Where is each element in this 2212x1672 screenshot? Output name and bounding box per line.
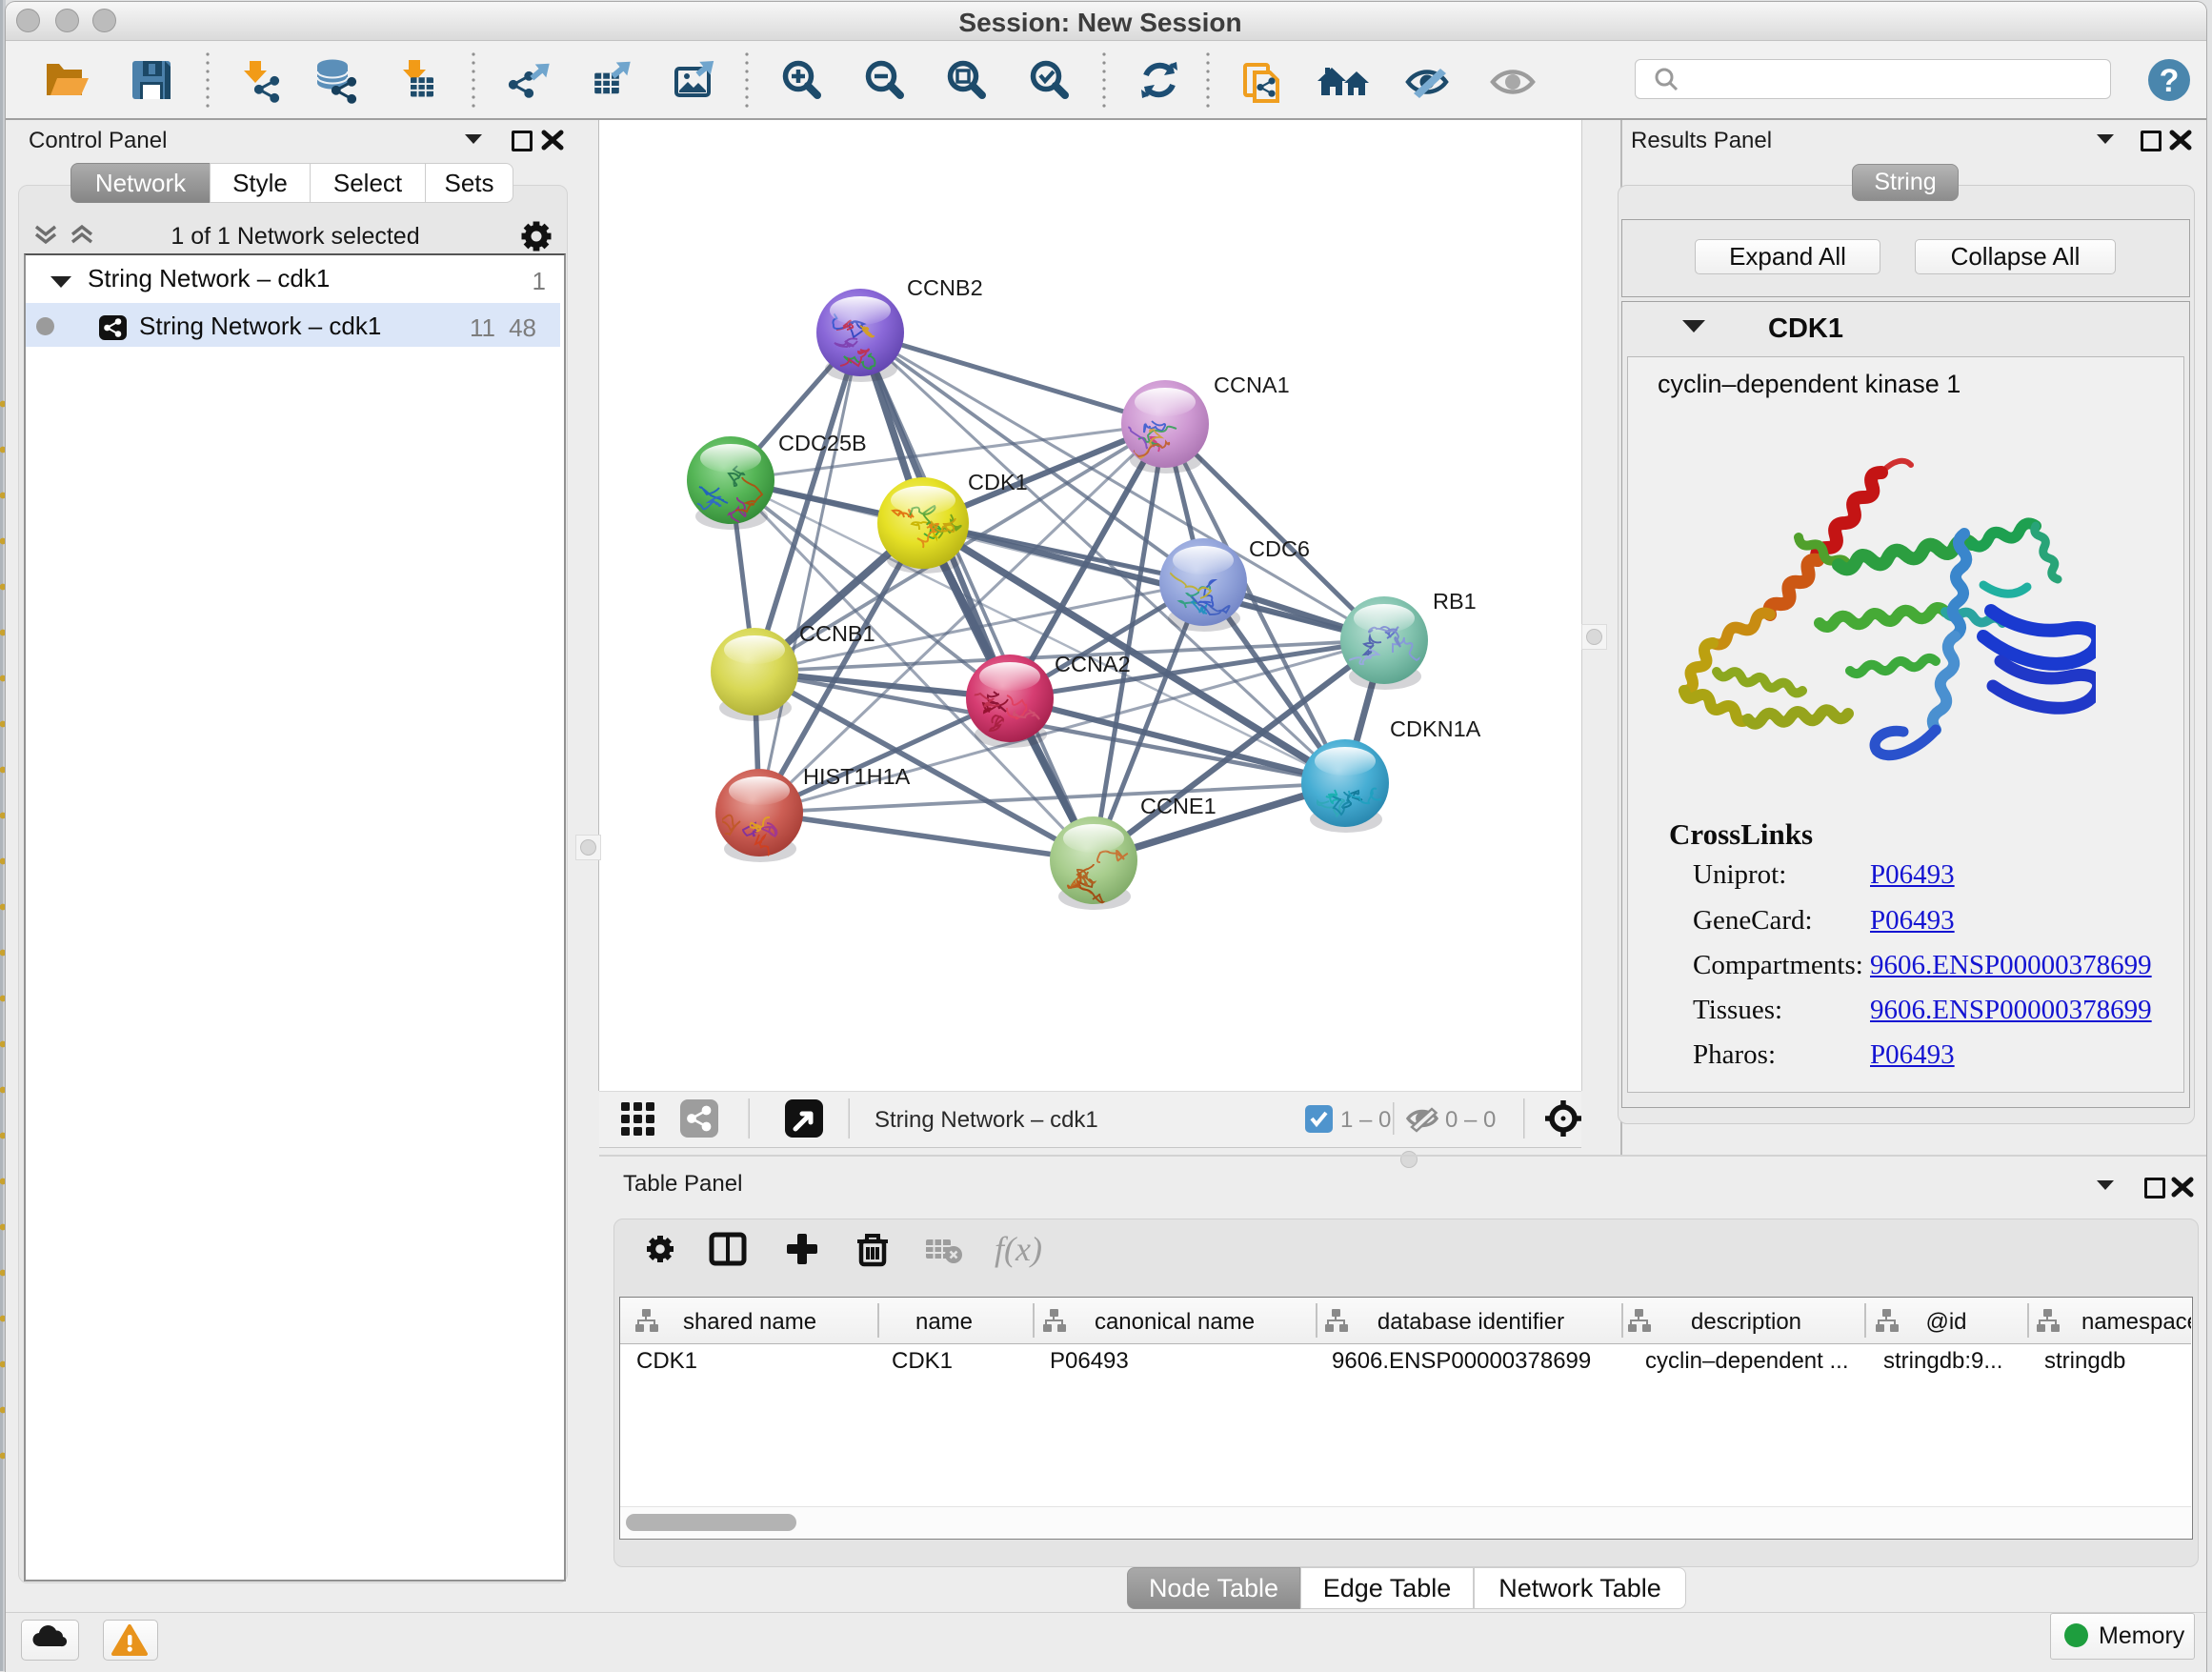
svg-text:database identifier: database identifier — [1377, 1309, 1564, 1335]
svg-text:CCNB1: CCNB1 — [799, 621, 875, 646]
svg-text:CDC6: CDC6 — [1249, 536, 1310, 561]
svg-text:CCNA2: CCNA2 — [1055, 652, 1131, 676]
svg-text:0 – 0: 0 – 0 — [1445, 1107, 1496, 1133]
svg-text:canonical name: canonical name — [1095, 1309, 1255, 1335]
svg-text:shared name: shared name — [683, 1309, 816, 1335]
svg-text:CDC25B: CDC25B — [778, 431, 867, 455]
svg-text:CCNB2: CCNB2 — [907, 275, 983, 300]
svg-text:CDK1: CDK1 — [968, 470, 1028, 494]
svg-text:1 – 0: 1 – 0 — [1340, 1107, 1391, 1133]
svg-text:namespace: namespace — [2081, 1309, 2191, 1335]
svg-text:f(x): f(x) — [995, 1230, 1042, 1268]
svg-text:CCNA1: CCNA1 — [1214, 373, 1290, 397]
svg-text:CDKN1A: CDKN1A — [1390, 716, 1481, 741]
svg-text:CCNE1: CCNE1 — [1140, 794, 1217, 818]
svg-text:description: description — [1691, 1309, 1801, 1335]
svg-text:String Network – cdk1: String Network – cdk1 — [875, 1107, 1098, 1133]
svg-text:HIST1H1A: HIST1H1A — [803, 764, 911, 789]
svg-text:1 of 1 Network selected: 1 of 1 Network selected — [171, 223, 419, 250]
svg-text:name: name — [915, 1309, 973, 1335]
svg-text:@id: @id — [1925, 1309, 1966, 1335]
svg-text:RB1: RB1 — [1433, 589, 1477, 614]
